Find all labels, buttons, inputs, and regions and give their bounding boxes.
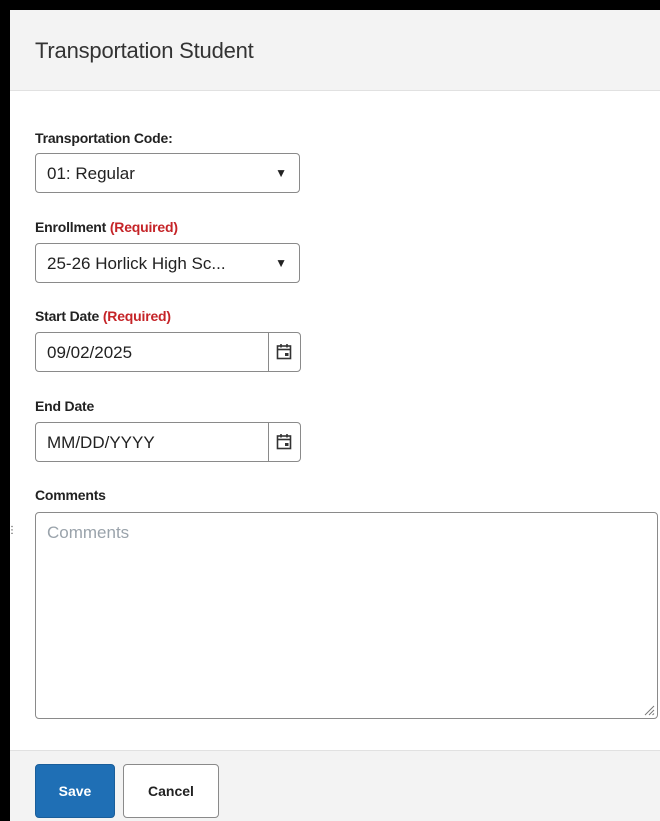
resize-grip-icon[interactable] [643, 704, 655, 716]
caret-down-icon: ▼ [275, 256, 287, 270]
start-date-required-marker: (Required) [102, 308, 171, 324]
start-date-label-text: Start Date [35, 308, 100, 324]
save-button[interactable]: Save [35, 764, 115, 818]
divider-mark: ⋮ [7, 525, 17, 536]
transportation-code-value: 01: Regular [47, 164, 135, 183]
transportation-code-select[interactable]: 01: Regular ▼ [35, 153, 300, 193]
end-date-field[interactable]: MM/DD/YYYY [35, 422, 301, 462]
enrollment-label-text: Enrollment [35, 219, 107, 235]
end-date-calendar-button[interactable] [268, 423, 300, 461]
dialog-panel: Transportation Student Transportation Co… [0, 0, 660, 821]
comments-label-text: Comments [35, 487, 106, 503]
transportation-code-label: Transportation Code: [35, 130, 173, 146]
end-date-label-text: End Date [35, 398, 95, 414]
transportation-code-label-text: Transportation Code: [35, 130, 173, 146]
start-date-calendar-button[interactable] [268, 333, 300, 371]
page-title: Transportation Student [35, 38, 254, 63]
start-date-field[interactable]: 09/02/2025 [35, 332, 301, 372]
enrollment-required-marker: (Required) [109, 219, 178, 235]
comments-label: Comments [35, 487, 106, 503]
caret-down-icon: ▼ [275, 166, 287, 180]
calendar-icon [276, 344, 292, 360]
calendar-icon [276, 434, 292, 450]
panel-header: Transportation Student [10, 10, 660, 91]
start-date-value: 09/02/2025 [47, 343, 133, 362]
comments-placeholder: Comments [47, 523, 130, 542]
cancel-button[interactable]: Cancel [123, 764, 219, 818]
enrollment-value: 25-26 Horlick High Sc... [47, 254, 226, 273]
panel-footer: Save Cancel [10, 750, 660, 821]
end-date-value: MM/DD/YYYY [47, 433, 155, 452]
enrollment-select[interactable]: 25-26 Horlick High Sc... ▼ [35, 243, 300, 283]
end-date-label: End Date [35, 398, 94, 414]
enrollment-label: Enrollment (Required) [35, 219, 178, 235]
start-date-label: Start Date (Required) [35, 308, 171, 324]
comments-textarea[interactable]: Comments [35, 512, 658, 719]
